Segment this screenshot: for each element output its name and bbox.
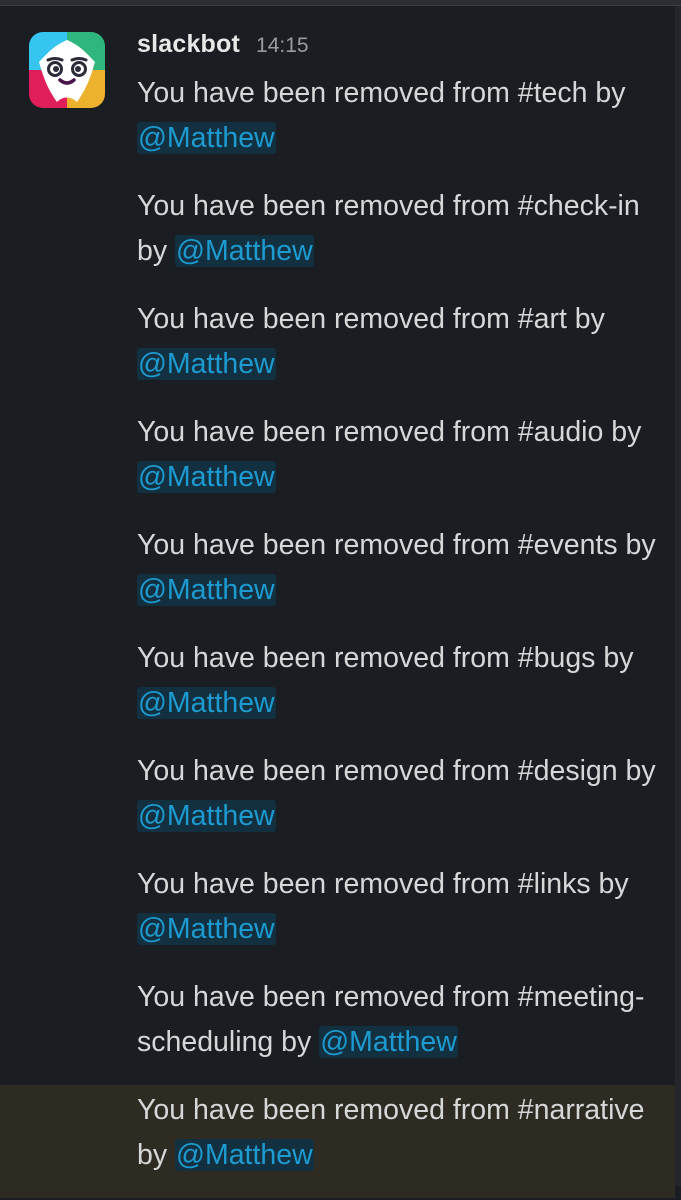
message-list: You have been removed from #tech by @Mat… [0,68,675,1198]
message-text: You have been removed from #design by [137,755,656,787]
message-body: You have been removed from #narrative by… [137,1088,657,1178]
message-text: You have been removed from #links by [137,868,629,900]
user-mention[interactable]: @Matthew [175,235,314,267]
user-mention[interactable]: @Matthew [175,1139,314,1171]
message-text: You have been removed from #art by [137,303,605,335]
user-mention[interactable]: @Matthew [137,348,276,380]
message-text: You have been removed from #audio by [137,416,642,448]
user-mention[interactable]: @Matthew [137,687,276,719]
message-item[interactable]: You have been removed from #art by @Matt… [0,294,675,407]
user-mention[interactable]: @Matthew [319,1026,458,1058]
message-text: You have been removed from #events by [137,529,656,561]
message-body: You have been removed from #design by @M… [137,749,657,839]
message-body: You have been removed from #tech by @Mat… [137,71,657,161]
message-body: You have been removed from #meeting-sche… [137,975,657,1065]
message-item[interactable]: You have been removed from #design by @M… [0,746,675,859]
user-mention[interactable]: @Matthew [137,574,276,606]
user-mention[interactable]: @Matthew [137,122,276,154]
message-timestamp[interactable]: 14:15 [256,34,309,58]
user-mention[interactable]: @Matthew [137,913,276,945]
message-item[interactable]: You have been removed from #bugs by @Mat… [0,633,675,746]
message-body: You have been removed from #bugs by @Mat… [137,636,657,726]
message-item-highlighted[interactable]: You have been removed from #narrative by… [0,1085,675,1198]
message-item[interactable]: You have been removed from #check-in by … [0,181,675,294]
message-body: You have been removed from #check-in by … [137,184,657,274]
message-text: You have been removed from #tech by [137,77,626,109]
top-divider [0,0,681,6]
scrollbar-track[interactable] [675,6,681,1186]
message-item[interactable]: You have been removed from #events by @M… [0,520,675,633]
user-mention[interactable]: @Matthew [137,461,276,493]
message-item[interactable]: You have been removed from #links by @Ma… [0,859,675,972]
message-item[interactable]: You have been removed from #tech by @Mat… [0,68,675,181]
message-body: You have been removed from #audio by @Ma… [137,410,657,500]
message-header: slackbot 14:15 [137,30,309,66]
user-mention[interactable]: @Matthew [137,800,276,832]
message-body: You have been removed from #links by @Ma… [137,862,657,952]
message-item[interactable]: You have been removed from #audio by @Ma… [0,407,675,520]
message-text: You have been removed from #bugs by [137,642,634,674]
message-item[interactable]: You have been removed from #meeting-sche… [0,972,675,1085]
message-body: You have been removed from #events by @M… [137,523,657,613]
message-body: You have been removed from #art by @Matt… [137,297,657,387]
sender-name[interactable]: slackbot [137,30,240,59]
